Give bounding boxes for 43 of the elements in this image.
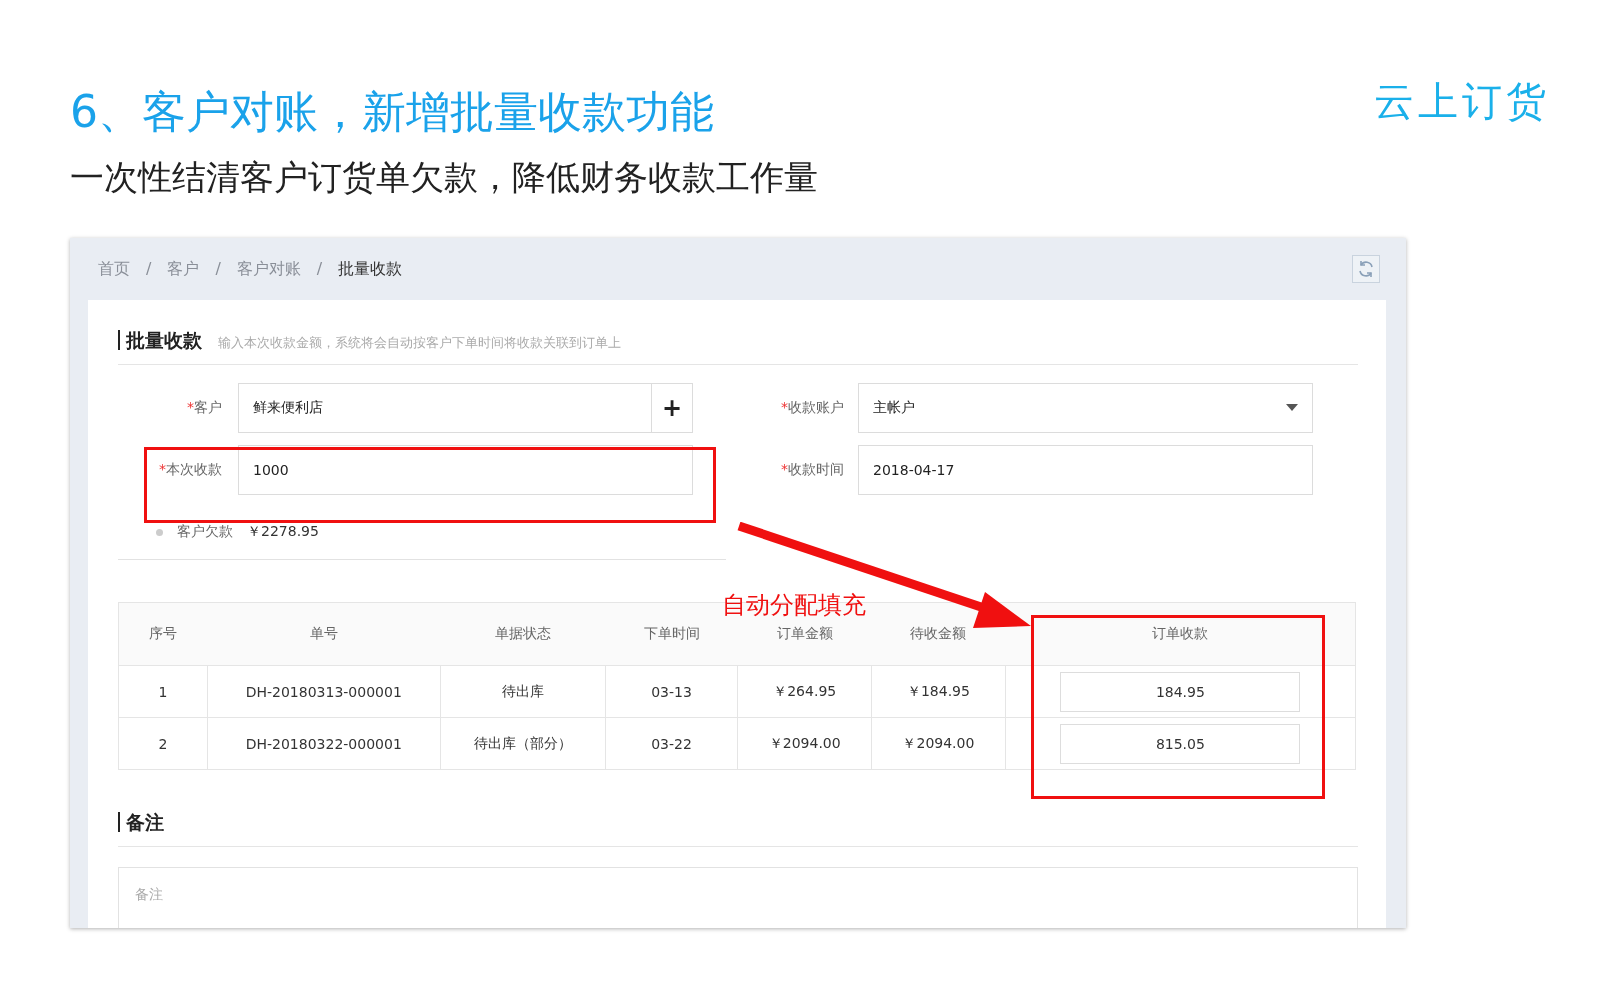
table-cell: 待出库（部分）	[440, 717, 606, 770]
bullet-icon	[156, 528, 163, 536]
debt-label: 客户欠款	[177, 523, 233, 541]
logo: 云上订货	[1374, 77, 1550, 126]
customer-field[interactable]: 鲜来便利店 +	[238, 383, 693, 433]
table-cell: 待出库	[440, 665, 606, 718]
field-label: *收款账户	[780, 399, 845, 417]
breadcrumb-separator: /	[316, 258, 323, 280]
breadcrumb-separator: /	[215, 258, 221, 280]
field-label: *客户	[186, 399, 223, 417]
slide-subtitle: 一次性结清客户订货单欠款，降低财务收款工作量	[70, 156, 818, 199]
breadcrumb-current: 批量收款	[338, 258, 403, 280]
field-label: *收款时间	[780, 461, 845, 479]
caret-icon	[1286, 404, 1298, 412]
refresh-icon	[1356, 259, 1376, 279]
table-cell: 03-22	[605, 717, 738, 770]
column-header: 订单收款	[1005, 602, 1356, 666]
section-title: 批量收款	[118, 330, 202, 350]
date-field[interactable]: 2018-04-17	[858, 445, 1313, 495]
account-dropdown[interactable]: 主帐户	[858, 383, 1313, 433]
debt-value: ￥2278.95	[247, 523, 319, 541]
section-hint: 输入本次收款金额，系统将会自动按客户下单时间将收款关联到订单上	[218, 334, 621, 352]
table-cell: ￥184.95	[871, 665, 1006, 718]
column-header: 单号	[207, 602, 441, 666]
table-cell: ￥264.95	[737, 665, 872, 718]
table-cell: ￥2094.00	[737, 717, 872, 770]
breadcrumb-separator: /	[146, 258, 152, 280]
section-title: 备注	[118, 812, 164, 832]
field-label: *本次收款	[158, 461, 223, 479]
amount-field[interactable]: 1000	[238, 445, 693, 495]
table-cell: ￥2094.00	[871, 717, 1006, 770]
table-cell: DH-20180313-000001	[207, 665, 441, 718]
refresh-button[interactable]	[1352, 255, 1380, 283]
column-header: 单据状态	[440, 602, 606, 666]
payment-field[interactable]: 815.05	[1060, 723, 1301, 764]
slide-title: 6、客户对账，新增批量收款功能	[70, 85, 715, 139]
payment-field[interactable]: 184.95	[1060, 671, 1301, 712]
add-button[interactable]: +	[651, 384, 692, 432]
column-header: 序号	[118, 602, 208, 666]
table-cell: DH-20180322-000001	[207, 717, 441, 770]
table-cell: 03-13	[605, 665, 738, 718]
table-cell: 2	[118, 717, 208, 770]
table-cell: 1	[118, 665, 208, 718]
